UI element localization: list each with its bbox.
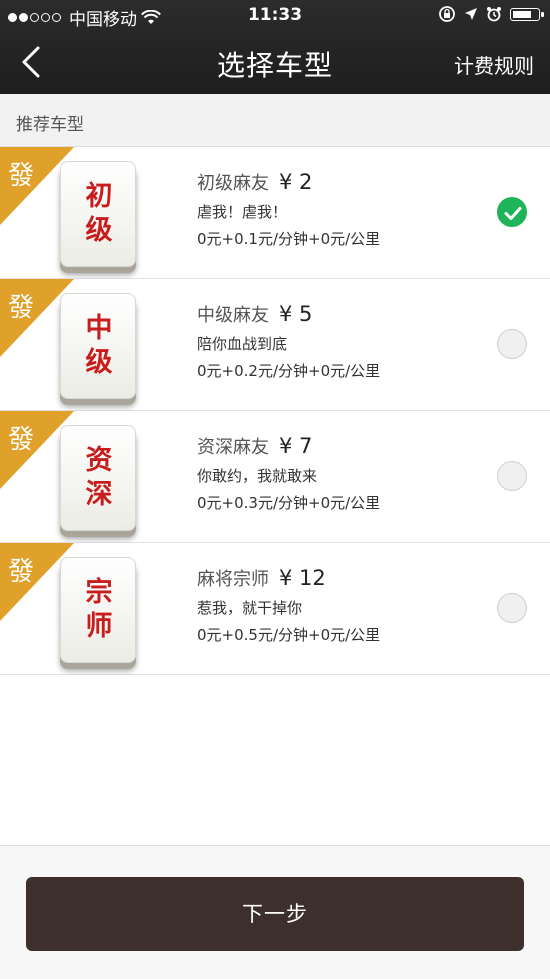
option-row[interactable]: 發 中 级 中级麻友 ¥ 5 陪你血战到底 0元+0.2元/分钟+0元/公里: [0, 279, 550, 411]
radio-unchecked-icon[interactable]: [497, 329, 527, 359]
top-bar: 中国移动 11:33 选择车型 计费规则: [0, 0, 550, 94]
option-rate: 0元+0.5元/分钟+0元/公里: [197, 626, 381, 644]
battery-level: [513, 10, 531, 18]
radio-checked-icon[interactable]: [497, 197, 527, 227]
list-empty-area: [0, 675, 550, 845]
tile-char: 宗: [85, 577, 113, 608]
tile-char: 级: [85, 215, 113, 246]
corner-ribbon-label: 發: [8, 425, 35, 455]
mahjong-tile-image: 资 深: [60, 425, 136, 531]
radio-unchecked-icon[interactable]: [497, 461, 527, 491]
option-name: 资深麻友: [197, 437, 269, 458]
mahjong-tile-text: 宗 师: [61, 576, 137, 644]
option-info: 初级麻友 ¥ 2 虐我！虐我！ 0元+0.1元/分钟+0元/公里: [197, 169, 380, 249]
option-description: 惹我，就干掉你: [197, 599, 303, 617]
tile-char: 深: [85, 479, 113, 510]
alarm-icon: [487, 7, 501, 22]
rotation-lock-icon: [439, 6, 455, 22]
option-price: ¥ 5: [279, 302, 313, 326]
section-header: 推荐车型: [0, 94, 550, 147]
tile-char: 级: [85, 347, 113, 378]
option-name: 麻将宗师: [197, 569, 269, 590]
option-description: 陪你血战到底: [197, 335, 288, 353]
option-name: 初级麻友: [197, 173, 269, 194]
bottom-bar: 下一步: [0, 845, 550, 979]
option-row[interactable]: 發 资 深 资深麻友 ¥ 7 你敢约，我就敢来 0元+0.3元/分钟+0元/公里: [0, 411, 550, 543]
corner-ribbon-label: 發: [8, 161, 35, 191]
mahjong-tile-image: 中 级: [60, 293, 136, 399]
tile-char: 初: [85, 181, 113, 212]
tile-char: 资: [85, 445, 113, 476]
radio-unchecked-icon[interactable]: [497, 593, 527, 623]
option-list: 發 初 级 初级麻友 ¥ 2 虐我！虐我！ 0元+0.1元/分钟+0元/公里 發: [0, 147, 550, 675]
status-bar: 中国移动 11:33: [0, 0, 550, 32]
option-info: 麻将宗师 ¥ 12 惹我，就干掉你 0元+0.5元/分钟+0元/公里: [197, 565, 380, 645]
mahjong-tile-text: 资 深: [61, 444, 137, 512]
option-rate: 0元+0.2元/分钟+0元/公里: [197, 362, 381, 380]
option-description: 你敢约，我就敢来: [197, 467, 318, 485]
option-name: 中级麻友: [197, 305, 269, 326]
status-right: [438, 5, 544, 23]
option-price: ¥ 12: [279, 566, 326, 590]
corner-ribbon-label: 發: [8, 293, 35, 323]
tile-char: 师: [85, 611, 113, 642]
option-price: ¥ 7: [279, 434, 313, 458]
mahjong-tile-text: 初 级: [61, 180, 137, 248]
tile-char: 中: [85, 313, 113, 344]
checkmark-icon: [504, 207, 522, 220]
option-info: 资深麻友 ¥ 7 你敢约，我就敢来 0元+0.3元/分钟+0元/公里: [197, 433, 380, 513]
option-row[interactable]: 發 宗 师 麻将宗师 ¥ 12 惹我，就干掉你 0元+0.5元/分钟+0元/公里: [0, 543, 550, 675]
billing-rules-link[interactable]: 计费规则: [454, 50, 534, 79]
option-description: 虐我！虐我！: [197, 203, 288, 221]
mahjong-tile-image: 宗 师: [60, 557, 136, 663]
battery-icon: [510, 7, 544, 21]
option-price: ¥ 2: [279, 170, 313, 194]
location-arrow-icon: [465, 8, 477, 20]
next-step-button[interactable]: 下一步: [26, 877, 524, 951]
mahjong-tile-image: 初 级: [60, 161, 136, 267]
mahjong-tile-text: 中 级: [61, 312, 137, 380]
option-row[interactable]: 發 初 级 初级麻友 ¥ 2 虐我！虐我！ 0元+0.1元/分钟+0元/公里: [0, 147, 550, 279]
option-rate: 0元+0.1元/分钟+0元/公里: [197, 230, 381, 248]
corner-ribbon-label: 發: [8, 557, 35, 587]
option-info: 中级麻友 ¥ 5 陪你血战到底 0元+0.2元/分钟+0元/公里: [197, 301, 380, 381]
option-rate: 0元+0.3元/分钟+0元/公里: [197, 494, 381, 512]
nav-bar: 选择车型 计费规则: [0, 32, 550, 94]
